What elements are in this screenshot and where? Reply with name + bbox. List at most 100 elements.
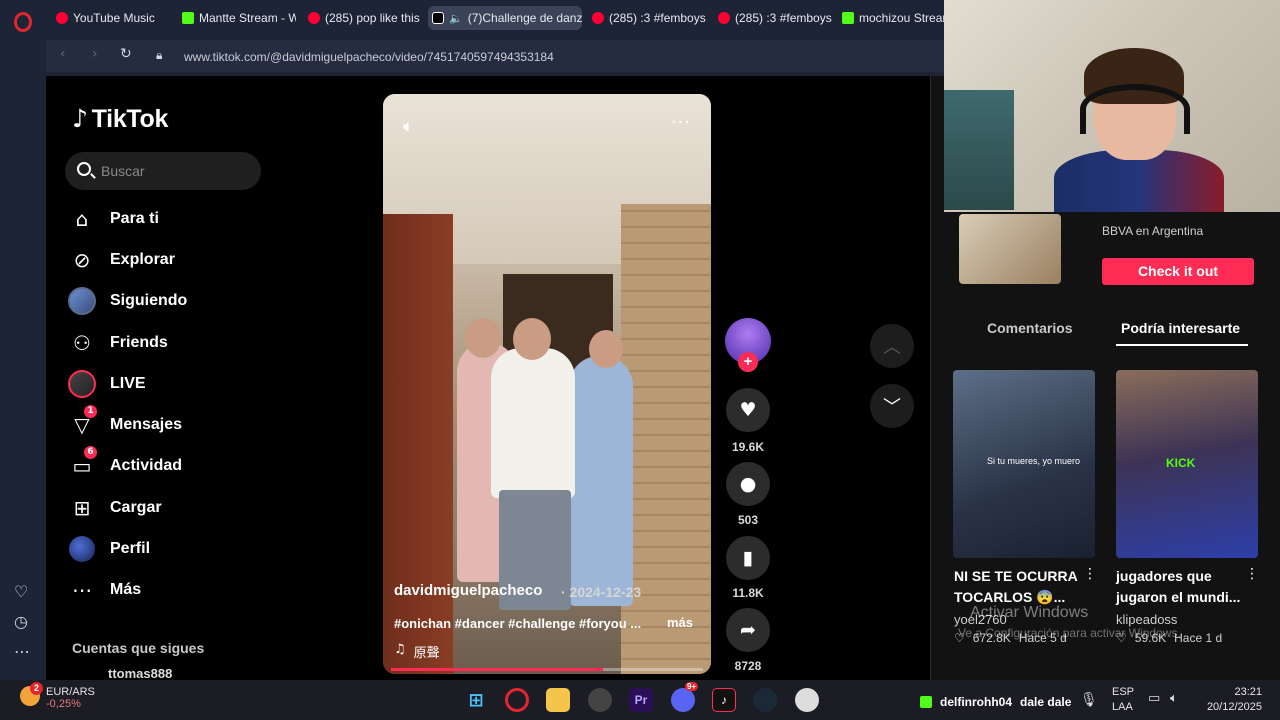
discord-icon[interactable]: 9+ xyxy=(671,682,699,712)
currency-widget[interactable]: 2 EUR/ARS -0,25% xyxy=(20,682,95,710)
volume-icon[interactable]: 🔈︎ xyxy=(403,116,414,137)
nav-mensajes[interactable]: ▽ 1 Mensajes xyxy=(68,405,182,440)
volume-icon[interactable]: 🔈︎ xyxy=(1170,691,1178,706)
opera-icon[interactable] xyxy=(505,688,529,712)
activate-windows-watermark: Activar Windows xyxy=(970,604,1089,621)
speaker-icon[interactable]: 🔈 xyxy=(449,12,463,25)
nav-mas[interactable]: ⋯ Más xyxy=(68,575,141,605)
more-options-icon[interactable]: ··· xyxy=(671,112,691,133)
more-options-icon[interactable]: ⋮ xyxy=(1245,566,1259,582)
nav-siguiendo[interactable]: Siguiendo xyxy=(68,286,187,316)
video-more-link[interactable]: más xyxy=(667,615,693,630)
messages-badge: 1 xyxy=(84,405,97,418)
opera-logo-icon[interactable] xyxy=(14,12,32,32)
ad-cta-button[interactable]: Check it out xyxy=(1102,258,1254,285)
more-dots-icon[interactable]: ⋯ xyxy=(14,642,30,661)
share-icon: ➦ xyxy=(740,619,756,641)
recommendation-title[interactable]: NI SE TE OCURRA TOCARLOS 😨... xyxy=(954,566,1078,608)
browser-tab[interactable]: (285) :3 #femboys xyxy=(588,6,706,30)
heart-icon[interactable]: ♡ xyxy=(14,582,28,601)
tab-comentarios[interactable]: Comentarios xyxy=(987,320,1073,336)
browser-tab[interactable]: (285) :3 #femboys xyxy=(714,6,832,30)
language-indicator[interactable]: ESP LAA xyxy=(1112,685,1134,715)
search-icon[interactable] xyxy=(77,162,91,176)
file-explorer-icon[interactable] xyxy=(546,688,570,712)
recommendation-title[interactable]: jugadores que jugaron el mundi... xyxy=(1116,566,1240,608)
comment-button[interactable]: ● xyxy=(726,462,770,506)
currency-change: -0,25% xyxy=(46,698,81,710)
share-count: 8728 xyxy=(734,659,762,673)
chevron-down-icon: ﹀ xyxy=(883,397,901,418)
lock-icon[interactable]: 🔒︎ xyxy=(156,48,162,63)
forward-icon[interactable]: › xyxy=(92,46,98,62)
video-progress-bar[interactable] xyxy=(391,668,703,671)
following-avatar xyxy=(68,287,96,315)
premiere-icon[interactable]: Pr xyxy=(629,688,653,712)
nav-live[interactable]: LIVE xyxy=(68,369,146,399)
music-note-icon: ♫ xyxy=(394,642,406,657)
recommendation-thumbnail[interactable]: KICK xyxy=(1116,370,1258,558)
browser-tab[interactable]: YouTube Music xyxy=(52,6,170,30)
windows-taskbar: 2 EUR/ARS -0,25% ⊞ Pr 9+ ♪ delfinrohh04 … xyxy=(0,680,1280,720)
tiktok-icon xyxy=(432,12,444,24)
ad-thumbnail[interactable] xyxy=(959,214,1061,284)
system-clock[interactable]: 23:21 20/12/2025 xyxy=(1202,685,1262,715)
save-button[interactable]: ▮ xyxy=(726,536,770,580)
microphone-icon[interactable]: 🎙︎ xyxy=(1080,692,1098,708)
tab-strip: YouTube Music Mantte Stream - W (285) po… xyxy=(46,0,944,36)
previous-video-button[interactable]: ︿ xyxy=(870,324,914,368)
app-icon[interactable] xyxy=(588,688,612,712)
youtube-icon xyxy=(308,12,320,24)
tiktok-icon[interactable]: ♪ xyxy=(712,688,736,712)
browser-tab[interactable]: Mantte Stream - W xyxy=(178,6,296,30)
browser-tab-active[interactable]: 🔈 (7)Challenge de danz xyxy=(428,6,582,30)
network-icon[interactable]: ▭ xyxy=(1148,691,1160,706)
like-count: 19.6K xyxy=(731,440,765,454)
active-tab-indicator xyxy=(1116,344,1248,346)
share-button[interactable]: ➦ xyxy=(726,608,770,652)
nav-explorar[interactable]: ⊘ Explorar xyxy=(68,245,175,275)
following-account-item[interactable]: ttomas888 xyxy=(108,666,172,681)
follow-plus-icon[interactable]: + xyxy=(738,352,758,372)
more-options-icon[interactable]: ⋮ xyxy=(1083,566,1097,582)
video-player[interactable]: 🔈︎ ··· davidmiguelpacheco · 2024-12-23 #… xyxy=(383,94,711,674)
kick-icon xyxy=(920,696,932,708)
search-input[interactable] xyxy=(101,161,251,181)
like-button[interactable]: ♥ xyxy=(726,388,770,432)
stream-notification[interactable]: delfinrohh04 dale dale xyxy=(920,695,1071,709)
friends-icon: ⚇ xyxy=(73,331,91,355)
nav-actividad[interactable]: ▭ 6 Actividad xyxy=(68,446,182,481)
activate-windows-watermark-sub: Ve a Configuración para activar Windows. xyxy=(958,626,1181,640)
next-video-button[interactable]: ﹀ xyxy=(870,384,914,428)
recommendation-thumbnail[interactable]: Si tu mueres, yo muero xyxy=(953,370,1095,558)
obs-icon[interactable] xyxy=(795,688,819,712)
tiktok-logo[interactable]: ♪ TikTok xyxy=(72,104,168,134)
windows-start-icon[interactable]: ⊞ xyxy=(464,688,488,712)
search-box[interactable] xyxy=(65,152,261,190)
currency-badge: 2 xyxy=(30,682,43,695)
browser-tab[interactable]: (285) pop like this xyxy=(304,6,422,30)
thumbnail-caption: Si tu mueres, yo muero xyxy=(987,456,1081,466)
webcam-scene xyxy=(1080,84,1190,134)
save-count: 11.8K xyxy=(732,586,764,600)
tab-podria-interesarte[interactable]: Podría interesarte xyxy=(1121,320,1240,336)
nav-para-ti[interactable]: ⌂ Para ti xyxy=(68,204,159,234)
nav-cargar[interactable]: ⊞ Cargar xyxy=(68,493,162,523)
youtube-icon xyxy=(56,12,68,24)
webcam-scene xyxy=(944,90,1014,210)
url-text[interactable]: www.tiktok.com/@davidmiguelpacheco/video… xyxy=(184,50,554,64)
recommendation-author[interactable]: klipeadoss xyxy=(1116,612,1177,627)
live-avatar xyxy=(68,370,96,398)
video-music[interactable]: ♫ 原聲 xyxy=(394,642,440,661)
video-author[interactable]: davidmiguelpacheco xyxy=(394,582,542,599)
nav-friends[interactable]: ⚇ Friends xyxy=(68,328,168,358)
history-icon[interactable]: ◷ xyxy=(14,612,28,631)
nav-perfil[interactable]: Perfil xyxy=(68,534,150,564)
reload-icon[interactable]: ↻ xyxy=(120,46,132,62)
browser-tab[interactable]: mochizou Stream xyxy=(838,6,944,30)
discord-badge: 9+ xyxy=(685,682,699,691)
video-scene xyxy=(513,318,551,360)
video-scene xyxy=(589,330,623,368)
steam-icon[interactable] xyxy=(753,688,777,712)
back-icon[interactable]: ‹ xyxy=(60,46,66,62)
